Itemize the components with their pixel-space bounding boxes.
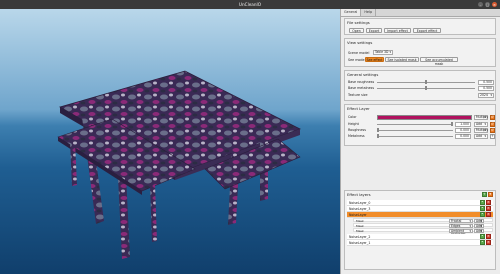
texture-size-select[interactable]: 2024 xyxy=(478,93,494,98)
slider-handle[interactable] xyxy=(425,80,427,85)
add-layer-icon[interactable]: + xyxy=(482,192,487,197)
layer-visible-icon[interactable]: • xyxy=(480,212,485,217)
metalness-mode-select[interactable]: Add xyxy=(474,134,488,139)
layer-name: NoiseLayer_0 xyxy=(349,200,371,205)
effect-layers-title: Effect layers xyxy=(347,192,371,197)
layer-options-icon[interactable]: ▾ xyxy=(488,192,493,197)
base-roughness-label: Base roughness xyxy=(348,80,375,84)
mask-row[interactable]: Mask Edges Add xyxy=(353,223,493,229)
view-settings-group: View settings Scene model Table 3D See m… xyxy=(344,38,496,67)
view-settings-title: View settings xyxy=(347,40,373,45)
color-blend-select[interactable]: Multiply xyxy=(474,115,488,120)
mask-type-select[interactable]: Ambient occlusion xyxy=(449,228,473,236)
slider-handle[interactable] xyxy=(377,128,379,133)
list-item[interactable]: NoiseLayer_1 • × xyxy=(347,240,493,246)
see-mode-label: See mode xyxy=(348,57,365,62)
window-title: UnCleanIO xyxy=(238,2,262,7)
height-value[interactable]: 1.000 xyxy=(455,122,471,127)
settings-panel: General Help File settings Open Export I… xyxy=(340,9,500,274)
table-leg xyxy=(118,175,130,259)
height-slider[interactable] xyxy=(377,122,453,127)
layer-delete-icon[interactable]: × xyxy=(486,212,491,217)
window-titlebar: UnCleanIO – □ × xyxy=(0,0,500,9)
mask-name: Mask xyxy=(356,229,364,234)
mask-blend-select[interactable]: Add xyxy=(474,228,484,234)
base-metalness-slider[interactable] xyxy=(377,86,475,91)
open-button[interactable]: Open xyxy=(349,28,364,33)
see-accumulated-mask-button[interactable]: See accumulated mask xyxy=(420,57,458,66)
layer-name: NoiseLayer xyxy=(349,212,367,217)
scene-model-select[interactable]: Table 3D xyxy=(373,50,393,55)
layer-name: NoiseLayer_2 xyxy=(349,234,371,239)
color-swatch[interactable] xyxy=(377,115,472,120)
layer-visible-icon[interactable]: • xyxy=(480,240,485,245)
metalness-value[interactable]: 0.000 xyxy=(455,134,471,139)
export-button[interactable]: Export xyxy=(366,28,382,33)
slider-handle[interactable] xyxy=(377,134,379,139)
base-metalness-label: Base metalness xyxy=(348,86,375,90)
layer-delete-icon[interactable]: × xyxy=(486,200,491,205)
color-label: Color xyxy=(348,115,357,119)
roughness-reset-icon[interactable]: ↺ xyxy=(490,128,495,133)
see-isolated-mask-button[interactable]: See isolated mask xyxy=(385,57,419,62)
slider-handle[interactable] xyxy=(425,86,427,91)
layer-delete-icon[interactable]: × xyxy=(486,234,491,239)
export-effect-button[interactable]: Export effect xyxy=(413,28,441,33)
scene-model-label: Scene model xyxy=(348,50,370,55)
close-icon[interactable]: × xyxy=(492,2,497,7)
height-label: Height xyxy=(348,122,359,126)
layer-name: NoiseLayer_1 xyxy=(349,240,371,245)
import-effect-button[interactable]: Import effect xyxy=(384,28,411,33)
effect-layers-group: Effect layers + ▾ NoiseLayer_0 • × Noise… xyxy=(344,190,496,270)
layer-visible-icon[interactable]: • xyxy=(480,200,485,205)
general-settings-group: General settings Base roughness 0.500 Ba… xyxy=(344,70,496,101)
panel-tabs: General Help xyxy=(341,9,500,17)
base-metalness-value[interactable]: 0.500 xyxy=(478,86,494,91)
layer-visible-icon[interactable]: • xyxy=(480,206,485,211)
height-mode-select[interactable]: Add xyxy=(474,122,488,127)
color-reset-icon[interactable]: ↺ xyxy=(490,115,495,120)
file-settings-group: File settings Open Export Import effect … xyxy=(344,18,496,35)
base-roughness-value[interactable]: 0.500 xyxy=(478,80,494,85)
3d-viewport[interactable] xyxy=(0,9,340,274)
bench-leg xyxy=(150,184,157,242)
mask-row[interactable]: Mask Ambient occlusion Add xyxy=(353,228,493,236)
layer-visible-icon[interactable]: • xyxy=(480,234,485,239)
see-effect-button[interactable]: See effect xyxy=(365,57,384,62)
maximize-icon[interactable]: □ xyxy=(485,2,490,7)
slider-handle[interactable] xyxy=(451,122,453,127)
scene-render xyxy=(57,70,302,259)
height-reset-icon[interactable]: ↺ xyxy=(490,122,495,127)
texture-size-label: Texture size xyxy=(348,93,368,97)
general-settings-title: General settings xyxy=(347,72,379,77)
layer-delete-icon[interactable]: × xyxy=(486,240,491,245)
roughness-mode-select[interactable]: Multiply xyxy=(474,128,488,133)
layer-delete-icon[interactable]: × xyxy=(486,206,491,211)
minimize-icon[interactable]: – xyxy=(478,2,483,7)
roughness-value[interactable]: 0.000 xyxy=(455,128,471,133)
metalness-add-icon[interactable]: + xyxy=(490,134,495,139)
window-controls: – □ × xyxy=(478,2,497,7)
base-roughness-slider[interactable] xyxy=(377,80,475,85)
mask-row[interactable]: Mask Fractal Add xyxy=(353,218,493,224)
tab-help[interactable]: Help xyxy=(361,9,377,16)
roughness-slider[interactable] xyxy=(377,128,453,133)
metalness-label: Metalness xyxy=(348,134,365,138)
metalness-slider[interactable] xyxy=(377,134,453,139)
file-settings-title: File settings xyxy=(347,20,370,25)
tab-general[interactable]: General xyxy=(341,9,362,16)
layer-name: NoiseLayer_3 xyxy=(349,206,371,211)
effect-layer-group: Effect Layer Color Multiply ↺ Height 1.0… xyxy=(344,104,496,146)
effect-layer-title: Effect Layer xyxy=(347,106,370,111)
roughness-label: Roughness xyxy=(348,128,366,132)
